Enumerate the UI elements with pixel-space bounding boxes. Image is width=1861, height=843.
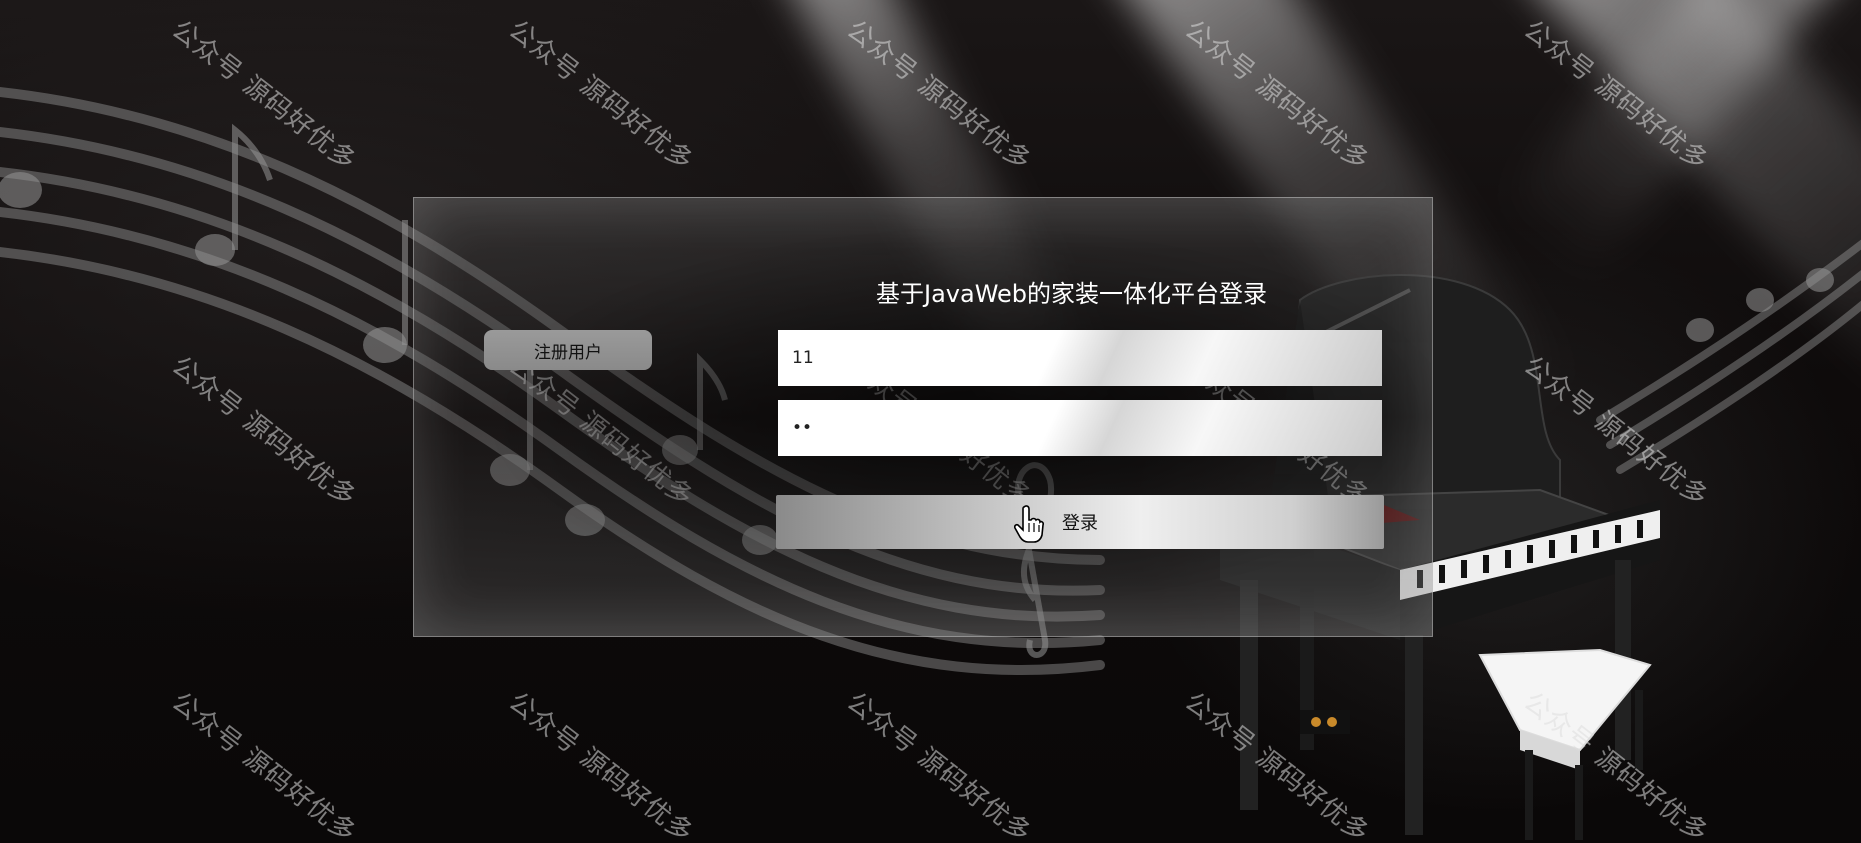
watermark-text: 公众号 源码好优多 — [840, 14, 1037, 178]
watermark-text: 公众号 源码好优多 — [165, 350, 362, 514]
register-user-button[interactable]: 注册用户 — [484, 330, 652, 370]
login-panel: 基于JavaWeb的家装一体化平台登录 注册用户 登录 — [413, 197, 1433, 637]
username-input[interactable] — [778, 330, 1382, 386]
watermark-text: 公众号 源码好优多 — [165, 14, 362, 178]
watermark-text: 公众号 源码好优多 — [1178, 686, 1375, 843]
watermark-text: 公众号 源码好优多 — [1517, 686, 1714, 843]
spotlight-beam — [1519, 0, 1861, 417]
watermark-text: 公众号 源码好优多 — [502, 14, 699, 178]
password-input[interactable] — [778, 400, 1382, 456]
watermark-text: 公众号 源码好优多 — [1517, 350, 1714, 514]
watermark-text: 公众号 源码好优多 — [840, 686, 1037, 843]
login-button[interactable]: 登录 — [776, 495, 1384, 549]
watermark-text: 公众号 源码好优多 — [502, 686, 699, 843]
spotlight-beam — [1502, 0, 1858, 278]
watermark-text: 公众号 源码好优多 — [1178, 14, 1375, 178]
watermark-text: 公众号 源码好优多 — [165, 686, 362, 843]
watermark-text: 公众号 源码好优多 — [1517, 14, 1714, 178]
page-title: 基于JavaWeb的家装一体化平台登录 — [876, 280, 1268, 308]
